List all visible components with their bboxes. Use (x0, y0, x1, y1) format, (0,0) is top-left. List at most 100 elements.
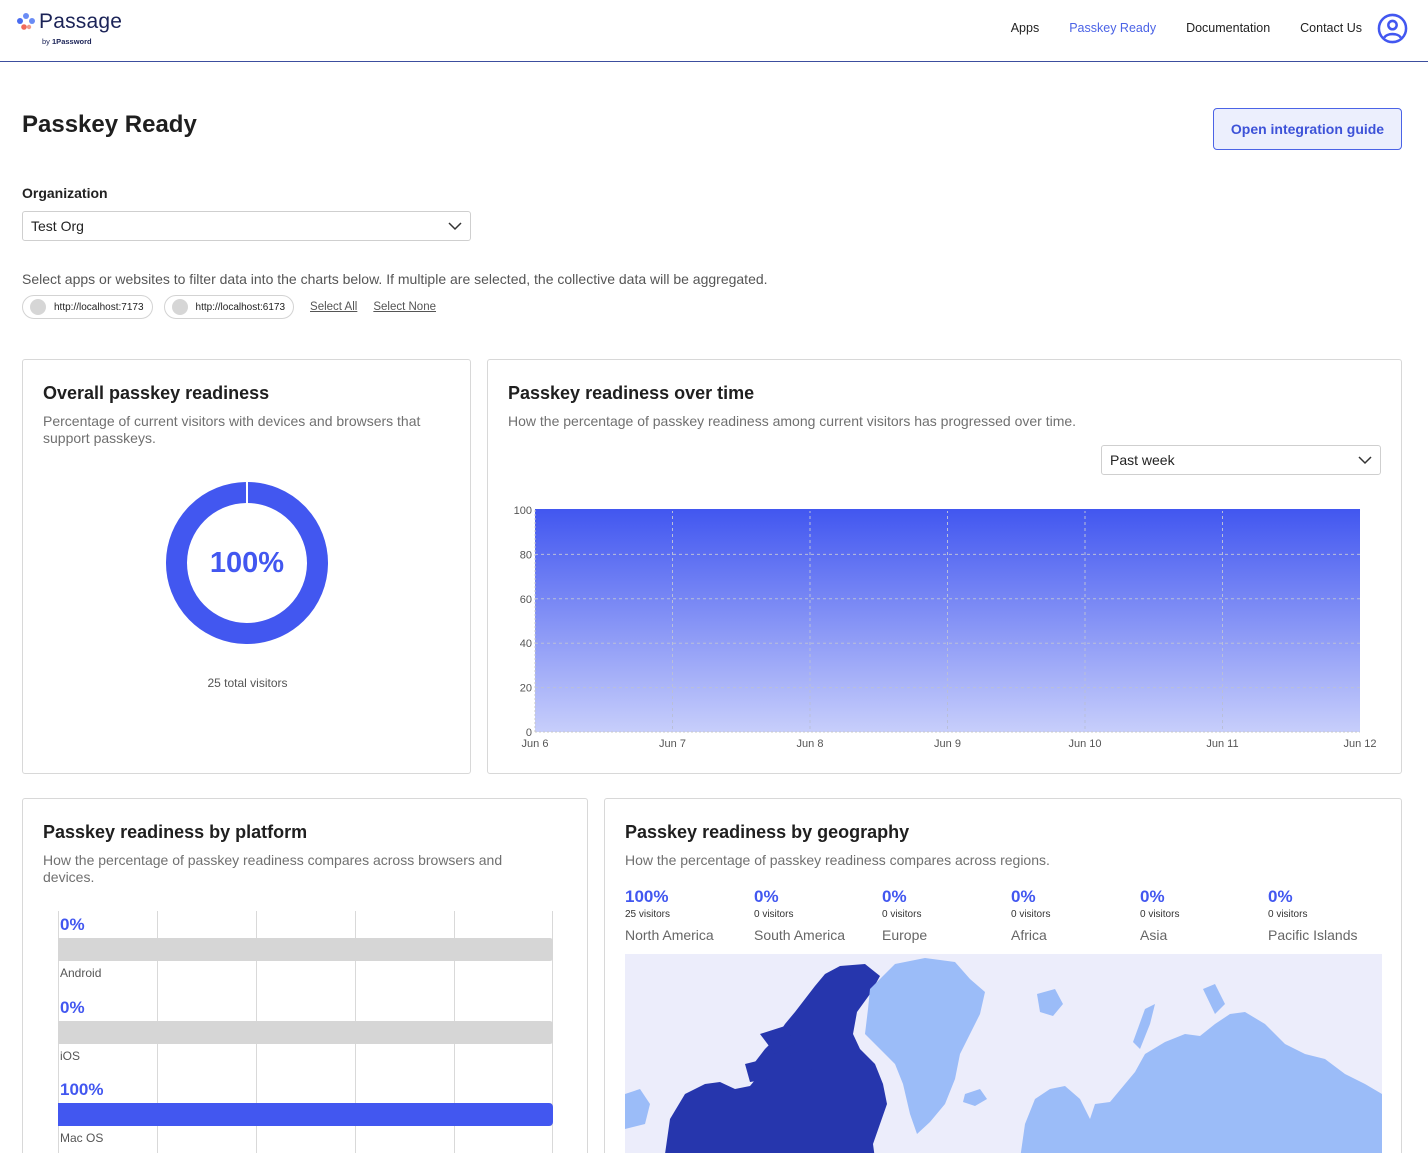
region-percent: 100% (625, 887, 669, 906)
organization-label: Organization (22, 185, 108, 201)
chevron-down-icon (448, 221, 462, 230)
donut-center-label: 100% (209, 546, 285, 579)
map-region-novaya-zemlya (1133, 1004, 1155, 1049)
platform-percent-label: 0% (60, 997, 85, 1017)
toggle-dot-icon (30, 299, 46, 315)
region-percent: 0% (882, 887, 907, 906)
region-visitors: 0 visitors (1268, 909, 1308, 920)
card-description: How the percentage of passkey readiness … (625, 852, 1050, 868)
app-chip-localhost-7173[interactable]: http://localhost:7173 (22, 295, 153, 319)
passage-logo[interactable]: Passage by 1Password (16, 10, 136, 50)
nav-apps[interactable]: Apps (1011, 21, 1040, 35)
main-nav: Apps Passkey Ready Documentation Contact… (981, 10, 1408, 46)
logo-text: Passage (39, 10, 123, 33)
open-integration-guide-button[interactable]: Open integration guide (1213, 108, 1402, 150)
region-percent: 0% (1011, 887, 1036, 906)
nav-contact-us[interactable]: Contact Us (1300, 21, 1362, 35)
y-tick-label: 40 (520, 638, 532, 650)
passage-logo-icon (17, 13, 35, 30)
y-tick-label: 20 (520, 683, 532, 695)
region-name: Africa (1011, 927, 1047, 943)
logo-sub-prefix: by (42, 37, 53, 46)
nav-documentation[interactable]: Documentation (1186, 21, 1270, 35)
readiness-area-chart: 020406080100Jun 6 Jun 7 Jun 8 Jun 9 Jun 10 Ju… (514, 505, 1377, 750)
card-description: Percentage of current visitors with devi… (43, 413, 421, 446)
card-title: Overall passkey readiness (43, 383, 270, 403)
region-stats: 100% 25 visitors North America 0% 0 visi… (625, 887, 1395, 947)
readiness-by-geography-card: Passkey readiness by geography How the p… (604, 798, 1402, 1153)
platform-percent-label: 0% (60, 915, 85, 934)
region-percent: 0% (754, 887, 779, 906)
map-region-far-east-island (1203, 984, 1225, 1014)
x-tick-label: Jun 8 (797, 738, 824, 750)
region-name: Europe (882, 927, 928, 943)
platform-category-label: iOS (60, 1048, 81, 1063)
app-chip-label: http://localhost:6173 (195, 301, 286, 313)
region-name: North America (625, 927, 714, 943)
select-none-link[interactable]: Select None (373, 301, 436, 313)
card-title: Passkey readiness by platform (43, 822, 308, 842)
readiness-over-time-card: Passkey readiness over time How the perc… (487, 359, 1402, 774)
platform-bar-track (58, 938, 553, 961)
app-filter-chips: http://localhost:7173 http://localhost:6… (22, 295, 447, 319)
time-range-select[interactable]: Past week (1101, 445, 1381, 475)
world-map-svg (625, 958, 1382, 1153)
region-name: Asia (1140, 927, 1168, 943)
chevron-down-icon (1358, 455, 1372, 464)
card-description: How the percentage of passkey readiness … (508, 413, 1077, 429)
region-name: South America (754, 927, 846, 943)
region-percent: 0% (1268, 887, 1293, 906)
platform-bar-track (58, 1020, 553, 1044)
region-visitors: 0 visitors (754, 909, 794, 920)
platform-bar-track (58, 1103, 553, 1126)
map-region-eurasia[interactable] (1020, 1012, 1382, 1153)
user-circle-icon[interactable] (1377, 13, 1408, 44)
x-tick-label: Jun 7 (659, 738, 686, 750)
readiness-donut-chart: 100% (166, 481, 328, 644)
time-range-value: Past week (1110, 452, 1175, 468)
toggle-dot-icon (171, 299, 188, 315)
y-tick-label: 80 (520, 549, 532, 561)
platform-percent-label: 100% (60, 1080, 104, 1099)
nav-passkey-ready[interactable]: Passkey Ready (1069, 21, 1156, 35)
overall-readiness-card: Overall passkey readiness Percentage of … (22, 359, 471, 774)
logo-subtitle: by 1Password (42, 37, 92, 46)
region-name: Pacific Islands (1268, 927, 1358, 943)
y-tick-label: 60 (520, 594, 532, 606)
platform-category-label: Mac OS (60, 1131, 104, 1145)
readiness-by-platform-card: Passkey readiness by platform How the pe… (22, 798, 588, 1153)
map-region-north-america[interactable] (665, 964, 887, 1153)
map-region-svalbard (1037, 989, 1063, 1016)
card-title: Passkey readiness over time (508, 383, 755, 403)
map-region-iceland (963, 1089, 987, 1106)
x-tick-label: Jun 11 (1206, 738, 1238, 750)
region-asia: 0% 0 visitors Asia (1140, 887, 1268, 943)
region-africa: 0% 0 visitors Africa (1011, 887, 1139, 943)
region-visitors: 0 visitors (882, 909, 922, 920)
select-all-link[interactable]: Select All (310, 301, 357, 313)
x-tick-label: Jun 12 (1343, 738, 1376, 750)
region-north-america: 100% 25 visitors North America (625, 887, 753, 943)
filter-help-text: Select apps or websites to filter data i… (22, 271, 768, 287)
platform-category-label: Android (60, 966, 102, 980)
app-chip-localhost-6173[interactable]: http://localhost:6173 (163, 295, 295, 319)
platform-bar-chart: 0% Android 0% iOS 100% Mac OS (58, 911, 553, 1153)
organization-select[interactable]: Test Org (22, 211, 471, 241)
card-title: Passkey readiness by geography (625, 822, 910, 842)
page-title: Passkey Ready (22, 111, 197, 138)
region-percent: 0% (1140, 887, 1165, 906)
world-map[interactable] (625, 954, 1382, 1153)
map-region-alaska-west (625, 1089, 650, 1129)
platform-bar (58, 1103, 553, 1126)
region-pacific-islands: 0% 0 visitors Pacific Islands (1268, 887, 1396, 943)
platform-row: 0% iOS (58, 998, 553, 1068)
top-nav-bar: Passage by 1Password Apps Passkey Ready … (0, 0, 1428, 62)
region-visitors: 0 visitors (1011, 909, 1051, 920)
organization-select-value: Test Org (31, 218, 84, 234)
total-visitors-text: 25 total visitors (207, 676, 288, 690)
x-tick-label: Jun 9 (934, 738, 961, 750)
platform-row: 100% Mac OS (58, 1080, 553, 1150)
x-tick-label: Jun 10 (1068, 738, 1101, 750)
card-description: How the percentage of passkey readiness … (43, 852, 503, 885)
y-tick-label: 100 (514, 505, 532, 517)
